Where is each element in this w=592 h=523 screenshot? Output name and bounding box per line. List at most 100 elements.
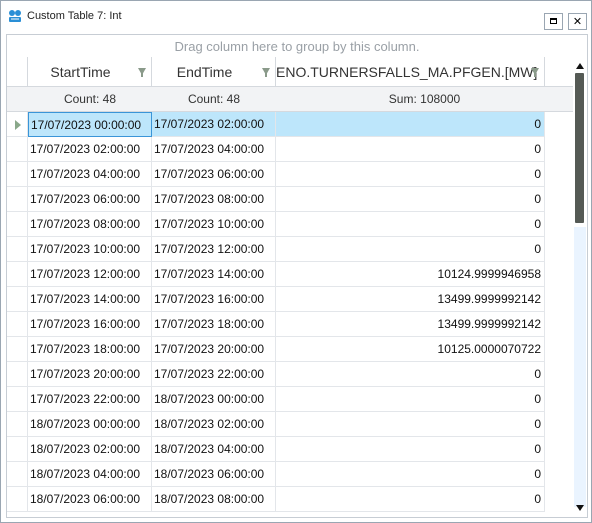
row-indicator[interactable] bbox=[7, 437, 28, 462]
end-time-cell[interactable]: 18/07/2023 04:00:00 bbox=[152, 437, 276, 462]
value-cell[interactable]: 0 bbox=[276, 187, 545, 212]
table-row[interactable]: 17/07/2023 18:00:00 17/07/2023 20:00:00 10… bbox=[7, 337, 545, 362]
row-indicator[interactable] bbox=[7, 212, 28, 237]
scroll-track[interactable] bbox=[574, 227, 586, 507]
start-time-cell[interactable]: 17/07/2023 08:00:00 bbox=[28, 212, 152, 237]
start-time-cell[interactable]: 18/07/2023 00:00:00 bbox=[28, 412, 152, 437]
value-cell[interactable]: 13499.9999992142 bbox=[276, 312, 545, 337]
start-time-cell[interactable]: 17/07/2023 14:00:00 bbox=[28, 287, 152, 312]
value-cell[interactable]: 0 bbox=[276, 462, 545, 487]
end-time-cell[interactable]: 18/07/2023 00:00:00 bbox=[152, 387, 276, 412]
data-grid: Drag column here to group by this column… bbox=[6, 34, 588, 518]
title-bar[interactable]: Custom Table 7: Int ✕ bbox=[1, 1, 591, 31]
table-row[interactable]: 17/07/2023 20:00:00 17/07/2023 22:00:00 0 bbox=[7, 362, 545, 387]
value-cell[interactable]: 0 bbox=[276, 137, 545, 162]
table-row[interactable]: 17/07/2023 00:00:00 17/07/2023 02:00:00 0 bbox=[7, 112, 545, 137]
start-time-cell[interactable]: 17/07/2023 12:00:00 bbox=[28, 262, 152, 287]
end-time-cell[interactable]: 17/07/2023 12:00:00 bbox=[152, 237, 276, 262]
column-header-endtime[interactable]: EndTime bbox=[152, 57, 276, 87]
row-indicator[interactable] bbox=[7, 412, 28, 437]
row-indicator[interactable] bbox=[7, 337, 28, 362]
start-time-cell[interactable]: 18/07/2023 02:00:00 bbox=[28, 437, 152, 462]
start-time-cell[interactable]: 18/07/2023 04:00:00 bbox=[28, 462, 152, 487]
row-indicator[interactable] bbox=[7, 262, 28, 287]
end-time-cell[interactable]: 17/07/2023 06:00:00 bbox=[152, 162, 276, 187]
summary-indicator bbox=[7, 87, 28, 112]
row-indicator[interactable] bbox=[7, 162, 28, 187]
summary-sum: Sum: 108000 bbox=[276, 87, 573, 112]
row-indicator[interactable] bbox=[7, 287, 28, 312]
start-time-cell[interactable]: 17/07/2023 16:00:00 bbox=[28, 312, 152, 337]
scroll-up-icon[interactable] bbox=[576, 63, 584, 69]
value-cell[interactable]: 0 bbox=[276, 387, 545, 412]
scroll-thumb[interactable] bbox=[575, 73, 584, 223]
start-time-cell[interactable]: 17/07/2023 22:00:00 bbox=[28, 387, 152, 412]
start-time-cell[interactable]: 17/07/2023 20:00:00 bbox=[28, 362, 152, 387]
table-row[interactable]: 18/07/2023 00:00:00 18/07/2023 02:00:00 0 bbox=[7, 412, 545, 437]
table-row[interactable]: 17/07/2023 10:00:00 17/07/2023 12:00:00 0 bbox=[7, 237, 545, 262]
end-time-cell[interactable]: 17/07/2023 22:00:00 bbox=[152, 362, 276, 387]
value-cell[interactable]: 10125.0000070722 bbox=[276, 337, 545, 362]
row-indicator[interactable] bbox=[7, 487, 28, 512]
value-cell[interactable]: 0 bbox=[276, 487, 545, 512]
row-indicator[interactable] bbox=[7, 137, 28, 162]
table-row[interactable]: 17/07/2023 16:00:00 17/07/2023 18:00:00 13… bbox=[7, 312, 545, 337]
group-by-panel[interactable]: Drag column here to group by this column… bbox=[7, 35, 587, 58]
end-time-cell[interactable]: 18/07/2023 06:00:00 bbox=[152, 462, 276, 487]
row-indicator[interactable] bbox=[7, 362, 28, 387]
value-cell[interactable]: 0 bbox=[276, 112, 545, 137]
end-time-cell[interactable]: 17/07/2023 08:00:00 bbox=[152, 187, 276, 212]
end-time-cell[interactable]: 17/07/2023 20:00:00 bbox=[152, 337, 276, 362]
row-indicator[interactable] bbox=[7, 312, 28, 337]
scroll-down-icon[interactable] bbox=[576, 505, 584, 511]
start-time-cell[interactable]: 17/07/2023 06:00:00 bbox=[28, 187, 152, 212]
close-button[interactable]: ✕ bbox=[568, 13, 587, 30]
start-time-cell[interactable]: 17/07/2023 18:00:00 bbox=[28, 337, 152, 362]
end-time-cell[interactable]: 17/07/2023 18:00:00 bbox=[152, 312, 276, 337]
value-cell[interactable]: 0 bbox=[276, 162, 545, 187]
end-time-cell[interactable]: 17/07/2023 14:00:00 bbox=[152, 262, 276, 287]
column-header-value[interactable]: ENO.TURNERSFALLS_MA.PFGEN.[MW] bbox=[276, 57, 545, 87]
maximize-button[interactable] bbox=[544, 13, 563, 30]
row-indicator[interactable] bbox=[7, 112, 28, 137]
row-indicator[interactable] bbox=[7, 237, 28, 262]
filter-icon[interactable] bbox=[262, 68, 270, 77]
table-row[interactable]: 17/07/2023 06:00:00 17/07/2023 08:00:00 0 bbox=[7, 187, 545, 212]
row-indicator[interactable] bbox=[7, 462, 28, 487]
end-time-cell[interactable]: 17/07/2023 10:00:00 bbox=[152, 212, 276, 237]
start-time-cell[interactable]: 17/07/2023 10:00:00 bbox=[28, 237, 152, 262]
table-row[interactable]: 17/07/2023 12:00:00 17/07/2023 14:00:00 10… bbox=[7, 262, 545, 287]
value-cell[interactable]: 13499.9999992142 bbox=[276, 287, 545, 312]
start-time-cell[interactable]: 17/07/2023 04:00:00 bbox=[28, 162, 152, 187]
vertical-scrollbar[interactable] bbox=[573, 57, 587, 517]
table-row[interactable]: 17/07/2023 22:00:00 18/07/2023 00:00:00 0 bbox=[7, 387, 545, 412]
row-indicator[interactable] bbox=[7, 187, 28, 212]
start-time-cell[interactable]: 17/07/2023 02:00:00 bbox=[28, 137, 152, 162]
table-row[interactable]: 18/07/2023 02:00:00 18/07/2023 04:00:00 0 bbox=[7, 437, 545, 462]
end-time-cell[interactable]: 18/07/2023 08:00:00 bbox=[152, 487, 276, 512]
value-cell[interactable]: 10124.9999946958 bbox=[276, 262, 545, 287]
table-row[interactable]: 18/07/2023 04:00:00 18/07/2023 06:00:00 0 bbox=[7, 462, 545, 487]
end-time-cell[interactable]: 17/07/2023 02:00:00 bbox=[152, 112, 276, 137]
table-row[interactable]: 18/07/2023 06:00:00 18/07/2023 08:00:00 0 bbox=[7, 487, 545, 512]
end-time-cell[interactable]: 17/07/2023 16:00:00 bbox=[152, 287, 276, 312]
table-row[interactable]: 17/07/2023 08:00:00 17/07/2023 10:00:00 0 bbox=[7, 212, 545, 237]
value-cell[interactable]: 0 bbox=[276, 212, 545, 237]
filter-icon[interactable] bbox=[138, 68, 146, 77]
filter-icon[interactable] bbox=[531, 68, 539, 77]
end-time-cell[interactable]: 18/07/2023 02:00:00 bbox=[152, 412, 276, 437]
start-time-cell[interactable]: 18/07/2023 06:00:00 bbox=[28, 487, 152, 512]
value-cell[interactable]: 0 bbox=[276, 237, 545, 262]
window-title: Custom Table 7: Int bbox=[27, 10, 122, 22]
end-time-cell[interactable]: 17/07/2023 04:00:00 bbox=[152, 137, 276, 162]
value-cell[interactable]: 0 bbox=[276, 412, 545, 437]
column-header-label: EndTime bbox=[176, 64, 233, 80]
start-time-cell[interactable]: 17/07/2023 00:00:00 bbox=[28, 112, 152, 137]
column-header-starttime[interactable]: StartTime bbox=[28, 57, 152, 87]
value-cell[interactable]: 0 bbox=[276, 362, 545, 387]
row-indicator[interactable] bbox=[7, 387, 28, 412]
table-row[interactable]: 17/07/2023 02:00:00 17/07/2023 04:00:00 0 bbox=[7, 137, 545, 162]
value-cell[interactable]: 0 bbox=[276, 437, 545, 462]
table-row[interactable]: 17/07/2023 04:00:00 17/07/2023 06:00:00 0 bbox=[7, 162, 545, 187]
table-row[interactable]: 17/07/2023 14:00:00 17/07/2023 16:00:00 13… bbox=[7, 287, 545, 312]
